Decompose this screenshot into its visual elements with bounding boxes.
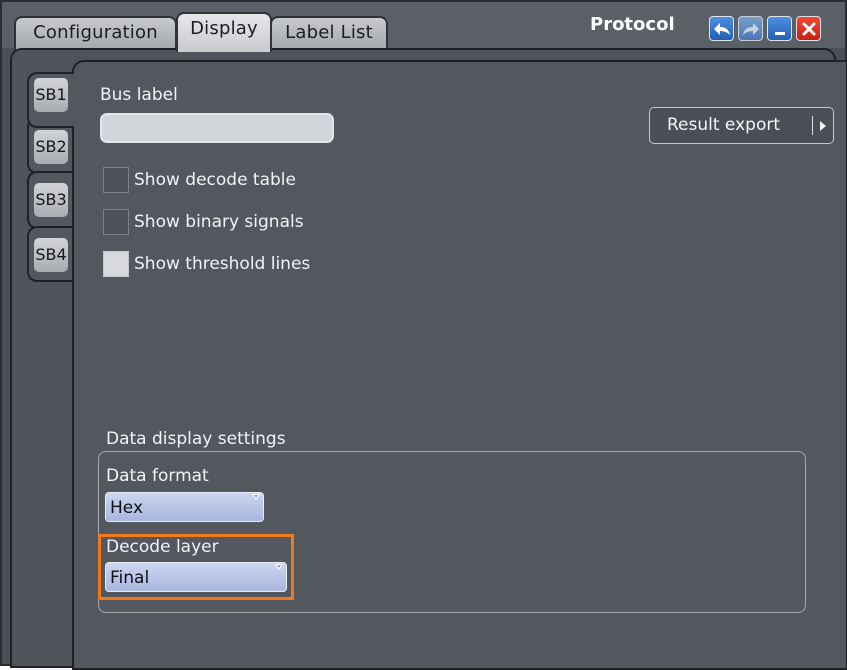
side-tab-sb3[interactable]: SB3 [27,171,74,229]
decode-layer-highlight [98,534,294,600]
side-tab-sb4-label: SB4 [34,238,68,272]
bus-label-input[interactable] [100,113,334,143]
show-threshold-lines-checkbox[interactable] [103,251,129,277]
result-export-label: Result export [667,115,780,135]
tab-label-list-label: Label List [285,22,373,43]
separator [812,116,813,135]
tab-label-list[interactable]: Label List [270,16,388,50]
window-title: Protocol [590,14,675,35]
close-button[interactable] [796,16,821,41]
redo-button[interactable] [738,16,763,41]
side-tab-sb1[interactable]: SB1 [27,72,74,128]
show-binary-signals-checkbox[interactable] [103,209,129,235]
minimize-button[interactable] [767,16,792,41]
tab-configuration-label: Configuration [33,22,158,43]
tab-configuration[interactable]: Configuration [14,16,177,50]
minimize-icon [773,22,787,36]
undo-button[interactable] [709,16,734,41]
show-decode-table-label: Show decode table [134,170,296,190]
redo-icon [742,22,760,36]
result-export-button[interactable]: Result export [649,107,834,144]
data-format-label: Data format [106,466,209,486]
side-tab-sb3-label: SB3 [34,183,68,217]
show-threshold-lines-label: Show threshold lines [134,254,311,274]
show-binary-signals-label: Show binary signals [134,212,304,232]
data-format-value: Hex [110,498,144,518]
side-tab-sb2-label: SB2 [34,130,68,164]
play-arrow-icon [820,121,826,131]
data-format-select[interactable]: Hex [105,492,264,522]
close-icon [802,22,816,36]
side-tab-sb1-label: SB1 [34,78,68,112]
side-tab-sb4[interactable]: SB4 [27,226,74,282]
show-decode-table-checkbox[interactable] [103,167,129,193]
data-display-settings-title: Data display settings [106,429,286,449]
bus-label-heading: Bus label [100,85,178,105]
tab-display-label: Display [190,18,258,39]
undo-icon [713,22,731,36]
tab-display[interactable]: Display [176,12,272,52]
